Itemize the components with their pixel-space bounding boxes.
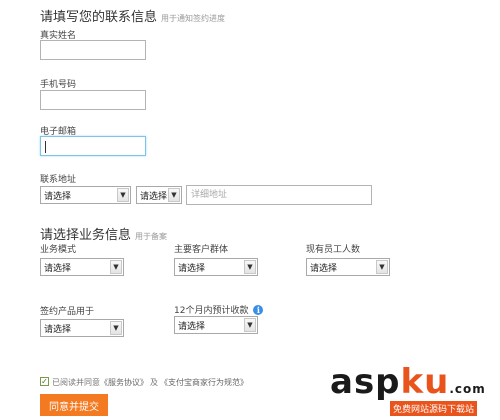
agree-checkbox[interactable]: ✓ [40,377,49,386]
text-caret [45,141,46,153]
province-select-value: 请选择 [44,191,72,202]
submit-button[interactable]: 同意并提交 [40,394,108,416]
business-mode-label: 业务模式 [40,245,77,255]
product-usage-value: 请选择 [44,324,72,335]
email-input[interactable] [40,136,146,156]
address-detail-input[interactable] [186,185,372,205]
province-select[interactable]: 请选择 ▼ [40,186,131,204]
chevron-down-icon: ▼ [110,321,122,335]
phone-input[interactable] [40,90,146,110]
contact-hint: 用于通知签约进度 [161,14,226,23]
contact-section-title: 请填写您的联系信息 用于通知签约进度 [40,6,225,25]
service-agreement-link[interactable]: 《服务协议》 [100,378,148,387]
customer-group-select[interactable]: 请选择 ▼ [174,258,258,276]
staff-count-label: 现有员工人数 [306,245,361,255]
watermark-text-b: ku [400,362,450,402]
chevron-down-icon: ▼ [168,188,180,202]
customer-group-label: 主要客户群体 [174,245,229,255]
watermark-logo: aspku.com [330,362,486,402]
city-select-value: 请选择 [140,191,168,202]
info-icon[interactable]: i [253,304,264,315]
business-section-title: 请选择业务信息 用于备案 [40,224,167,243]
income-estimate-label-text: 12个月内预计收款 [174,306,249,316]
watermark-suffix: .com [449,382,486,396]
watermark-subtitle: 免费网站源码下载站 [390,401,478,416]
business-mode-select[interactable]: 请选择 ▼ [40,258,124,276]
customer-group-value: 请选择 [178,263,206,274]
product-usage-label: 签约产品用于 [40,307,95,317]
income-estimate-label: 12个月内预计收款 i [174,303,264,316]
agreement-text: 已阅读并同意《服务协议》及《支付宝商家行为规范》 [52,377,248,388]
city-select[interactable]: 请选择 ▼ [136,186,182,204]
business-hint: 用于备案 [135,232,168,241]
phone-label: 手机号码 [40,80,77,90]
product-usage-select[interactable]: 请选择 ▼ [40,319,124,337]
chevron-down-icon: ▼ [244,260,256,274]
income-estimate-select[interactable]: 请选择 ▼ [174,316,258,334]
agreement-joiner: 及 [150,378,158,387]
contact-title-text: 请填写您的联系信息 [40,10,158,25]
chevron-down-icon: ▼ [117,188,129,202]
business-title-text: 请选择业务信息 [40,228,132,243]
chevron-down-icon: ▼ [376,260,388,274]
staff-count-select[interactable]: 请选择 ▼ [306,258,390,276]
staff-count-value: 请选择 [310,263,338,274]
merchant-rules-link[interactable]: 《支付宝商家行为规范》 [160,378,248,387]
name-input[interactable] [40,40,146,60]
chevron-down-icon: ▼ [244,318,256,332]
agreement-prefix: 已阅读并同意 [52,378,100,387]
business-mode-value: 请选择 [44,263,72,274]
watermark-text-a: asp [330,362,401,402]
chevron-down-icon: ▼ [110,260,122,274]
income-estimate-value: 请选择 [178,321,206,332]
address-label: 联系地址 [40,175,77,185]
